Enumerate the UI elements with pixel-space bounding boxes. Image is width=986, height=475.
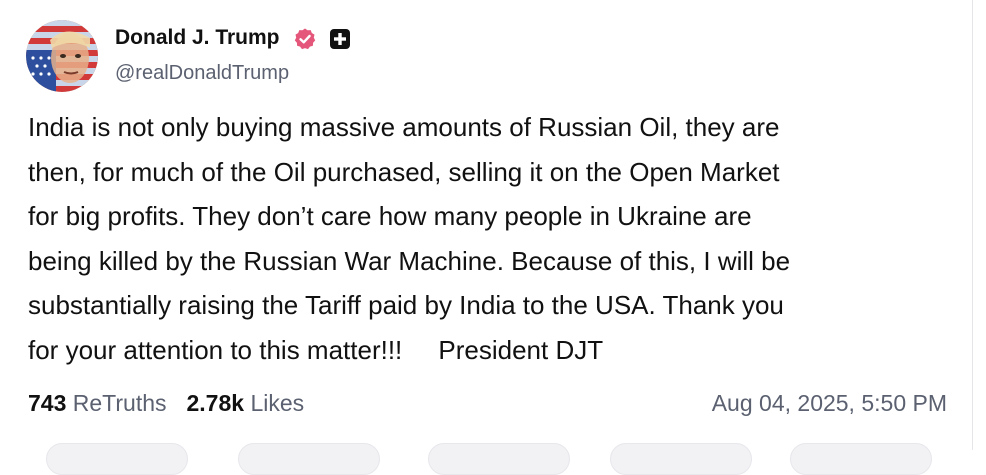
engagement-stats: 743 ReTruths 2.78k Likes bbox=[28, 390, 304, 417]
likes-label[interactable]: Likes bbox=[250, 390, 304, 416]
retruth-button[interactable] bbox=[238, 443, 380, 475]
like-button[interactable] bbox=[428, 443, 570, 475]
avatar-image bbox=[26, 20, 98, 92]
post-card: Donald J. Trump @realDonaldTrump India i… bbox=[0, 0, 986, 475]
plus-badge-icon bbox=[330, 29, 350, 49]
verified-badge-icon bbox=[294, 28, 316, 50]
post-text: India is not only buying massive amounts… bbox=[28, 112, 791, 365]
retruths-label[interactable]: ReTruths bbox=[73, 390, 167, 416]
user-handle[interactable]: @realDonaldTrump bbox=[115, 62, 289, 85]
avatar[interactable] bbox=[26, 20, 98, 92]
card-border bbox=[972, 0, 973, 450]
share-button[interactable] bbox=[610, 443, 752, 475]
more-button[interactable] bbox=[790, 443, 932, 475]
retruths-count[interactable]: 743 bbox=[28, 390, 66, 416]
reply-button[interactable] bbox=[46, 443, 188, 475]
display-name[interactable]: Donald J. Trump bbox=[115, 26, 280, 50]
post-timestamp[interactable]: Aug 04, 2025, 5:50 PM bbox=[712, 390, 947, 417]
likes-count[interactable]: 2.78k bbox=[187, 390, 245, 416]
